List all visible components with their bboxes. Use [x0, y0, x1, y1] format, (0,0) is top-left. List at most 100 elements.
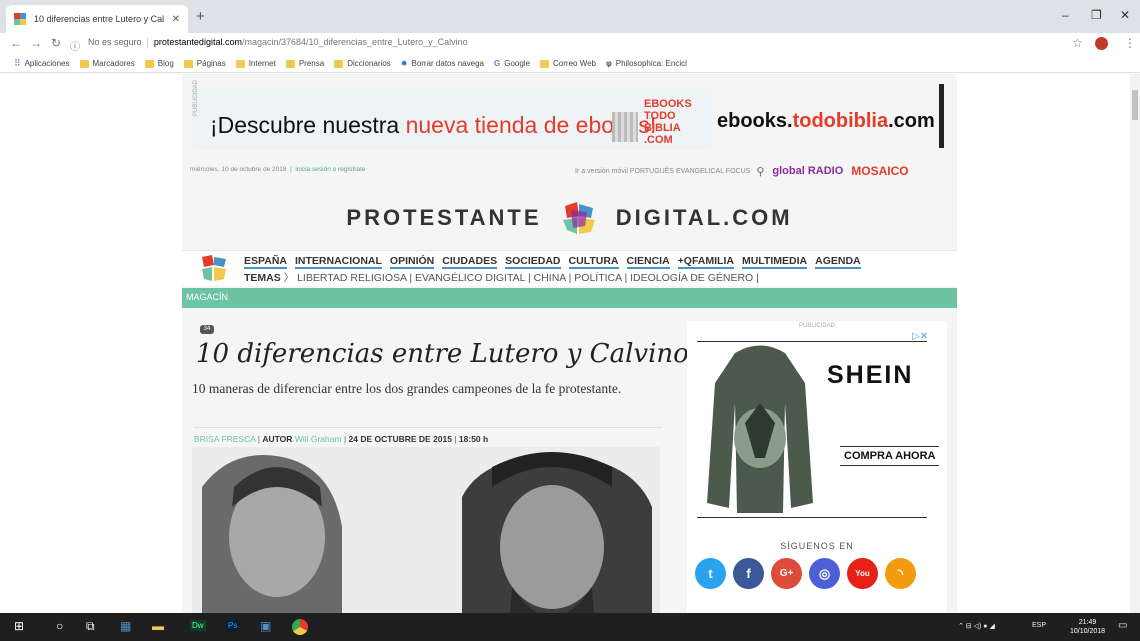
- instagram-icon[interactable]: ◎: [809, 558, 840, 589]
- url-part: todobiblia: [792, 110, 889, 132]
- windows-start-icon[interactable]: ⊞: [14, 619, 24, 633]
- nav-multimedia[interactable]: MULTIMEDIA: [741, 255, 808, 269]
- bookmark-star-icon[interactable]: ☆: [1072, 36, 1083, 50]
- bookmark-correo[interactable]: Correo Web: [540, 59, 596, 68]
- notifications-icon[interactable]: ▭: [1118, 620, 1127, 631]
- article-subtitle: 10 maneras de diferenciar entre los dos …: [192, 381, 622, 396]
- new-tab-button[interactable]: +: [196, 8, 205, 25]
- youtube-icon[interactable]: You: [847, 558, 878, 589]
- hoodie-image[interactable]: [705, 343, 815, 513]
- facebook-icon[interactable]: f: [733, 558, 764, 589]
- site-logo[interactable]: PROTESTANTE DIGITAL.COM: [182, 202, 957, 236]
- bookmark-label: Google: [504, 59, 531, 68]
- tab-bar: 10 diferencias entre Lutero y Cal ✕ + – …: [0, 0, 1140, 33]
- back-icon[interactable]: ←: [10, 36, 22, 50]
- rss-icon[interactable]: ◝: [885, 558, 916, 589]
- global-radio-logo[interactable]: global RADIO: [772, 165, 843, 177]
- nav-logo-icon[interactable]: [200, 255, 228, 283]
- tray-icons[interactable]: ⌃ ⊟ ◁) ● ◢: [958, 622, 995, 630]
- logo-right: DIGITAL.COM: [615, 204, 793, 230]
- store-icon[interactable]: ▦: [120, 619, 131, 633]
- section-bar[interactable]: MAGACÍN: [182, 288, 957, 308]
- cortana-icon[interactable]: ○: [56, 619, 63, 633]
- minimize-icon[interactable]: –: [1062, 8, 1069, 22]
- task-view-icon[interactable]: ⧉: [86, 619, 95, 634]
- ad-bottom-rule: [697, 517, 927, 518]
- secure-label: No es seguro: [88, 37, 142, 47]
- bookmark-philosophica[interactable]: φ Philosophica: Encicl: [606, 59, 687, 68]
- googleplus-icon[interactable]: G+: [771, 558, 802, 589]
- bookmark-label: Borrar datos navega: [411, 59, 484, 68]
- forward-icon[interactable]: →: [30, 36, 42, 50]
- info-icon[interactable]: ⓘ: [70, 38, 80, 53]
- bookmark-prensa[interactable]: Prensa: [285, 59, 324, 68]
- nav-espana[interactable]: ESPAÑA: [244, 255, 287, 269]
- folder-icon: [540, 59, 550, 68]
- extension-icon[interactable]: [1095, 37, 1108, 50]
- nav-internacional[interactable]: INTERNACIONAL: [294, 255, 382, 269]
- bookmark-borrar[interactable]: ✹ Borrar datos navega: [401, 59, 484, 68]
- search-icon[interactable]: ⚲: [756, 165, 764, 178]
- photos-icon[interactable]: ▣: [260, 619, 271, 633]
- chrome-icon[interactable]: [292, 619, 308, 635]
- comment-count-badge[interactable]: 34: [200, 325, 214, 334]
- nav-sociedad[interactable]: SOCIEDAD: [505, 255, 561, 269]
- folder-icon: [183, 59, 193, 68]
- reload-icon[interactable]: ↻: [51, 36, 61, 50]
- language-links[interactable]: Ir a versión móvil PORTUGUÊS EVANGELICAL…: [575, 168, 750, 175]
- ebooks-banner[interactable]: PUBLICIDAD ¡Descubre nuestra nueva tiend…: [192, 80, 712, 150]
- ebooks-url[interactable]: ebooks.todobiblia.com: [717, 110, 935, 133]
- folder-icon: [235, 59, 245, 68]
- ad-label: PUBLICIDAD: [193, 79, 199, 116]
- file-explorer-icon[interactable]: ▬: [152, 619, 164, 633]
- ad-label: PUBLICIDAD: [798, 323, 835, 329]
- maximize-icon[interactable]: ❐: [1091, 8, 1102, 22]
- clock[interactable]: 21:49 10/10/2018: [1070, 618, 1105, 636]
- bookmark-internet[interactable]: Internet: [235, 59, 276, 68]
- twitter-icon[interactable]: t: [695, 558, 726, 589]
- sidebar-ad: PUBLICIDAD ▷✕ SHEIN COMPRA AHORA SÍGUENO…: [687, 321, 947, 613]
- language-indicator[interactable]: ESP: [1032, 622, 1046, 629]
- article-section[interactable]: BRISA FRESCA: [194, 434, 255, 444]
- nav-cultura[interactable]: CULTURA: [568, 255, 619, 269]
- url-input[interactable]: No es seguro | protestantedigital.com/ma…: [88, 37, 468, 47]
- scrollbar-thumb[interactable]: [1132, 90, 1138, 120]
- nav-opinion[interactable]: OPINIÓN: [389, 255, 435, 269]
- close-window-icon[interactable]: ✕: [1120, 8, 1130, 22]
- site-favicon-icon: [14, 13, 26, 25]
- gear-icon: ✹: [400, 59, 408, 68]
- bookmark-google[interactable]: G Google: [494, 59, 530, 68]
- menu-list: ESPAÑA INTERNACIONAL OPINIÓN CIUDADES SO…: [244, 255, 869, 269]
- nav-agenda[interactable]: AGENDA: [815, 255, 861, 269]
- close-tab-icon[interactable]: ✕: [172, 14, 180, 25]
- nav-ciudades[interactable]: CIUDADES: [442, 255, 498, 269]
- bookmark-paginas[interactable]: Páginas: [183, 59, 226, 68]
- article-photo[interactable]: [192, 447, 660, 613]
- author-link[interactable]: Will Graham: [295, 434, 342, 444]
- author-label: AUTOR: [262, 434, 293, 444]
- bookmark-blog[interactable]: Blog: [144, 59, 174, 68]
- bookmark-label: Diccionarios: [347, 59, 391, 68]
- tab-active[interactable]: 10 diferencias entre Lutero y Cal ✕: [6, 5, 188, 33]
- bookmark-aplicaciones[interactable]: ⠿ Aplicaciones: [14, 58, 70, 69]
- photoshop-icon[interactable]: Ps: [226, 620, 240, 631]
- tab-title: 10 diferencias entre Lutero y Cal: [34, 14, 165, 24]
- bookmark-label: Correo Web: [553, 59, 596, 68]
- mosaico-logo[interactable]: MOSAICO: [851, 164, 908, 178]
- nav-ciencia[interactable]: CIENCIA: [626, 255, 670, 269]
- dreamweaver-icon[interactable]: Dw: [190, 620, 206, 631]
- compra-ahora-button[interactable]: COMPRA AHORA: [840, 446, 940, 466]
- url-part: ebooks.: [717, 110, 793, 132]
- banner-divider: [939, 84, 944, 148]
- nav-qfamilia[interactable]: +QFAMILIA: [677, 255, 734, 269]
- shein-logo[interactable]: SHEIN: [827, 361, 913, 390]
- scrollbar[interactable]: [1130, 74, 1140, 613]
- temas-links[interactable]: LIBERTAD RELIGIOSA | EVANGÉLICO DIGITAL …: [297, 272, 759, 284]
- bookmark-marcadores[interactable]: Marcadores: [79, 59, 135, 68]
- bookmark-label: Páginas: [196, 59, 226, 68]
- menu-icon[interactable]: ⋮: [1124, 36, 1136, 50]
- clock-date: 10/10/2018: [1070, 628, 1106, 635]
- date-line: miércoles, 10 de octubre de 2018 | inici…: [190, 166, 366, 173]
- bookmark-diccionarios[interactable]: Diccionarios: [334, 59, 391, 68]
- login-link[interactable]: inicia sesión o regístrate: [295, 166, 365, 173]
